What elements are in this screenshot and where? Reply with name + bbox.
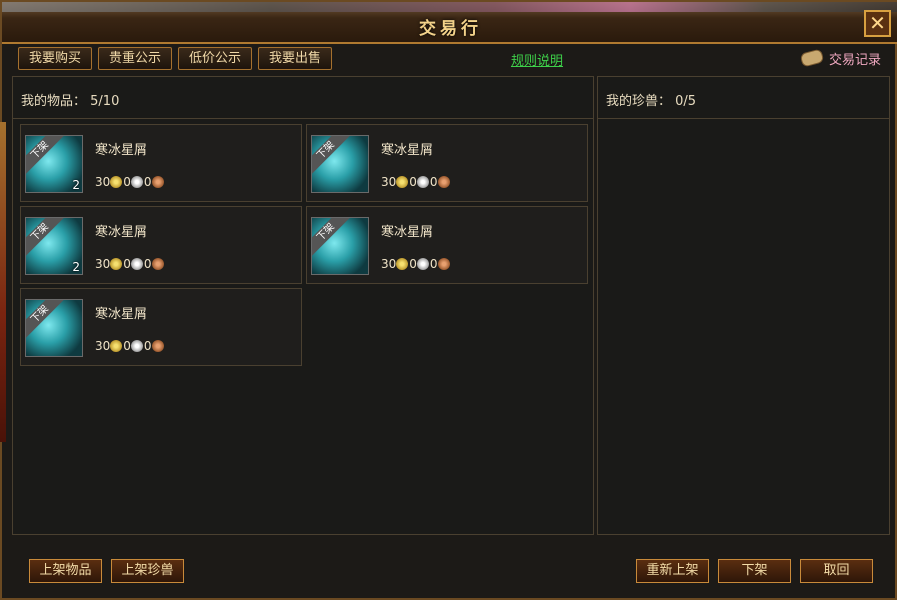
gold-amount: 30	[95, 175, 111, 189]
my-pets-header: 我的珍兽： 0/5	[598, 77, 889, 119]
ice-star-shard-icon: 下架 2	[25, 135, 83, 193]
ice-star-shard-icon: 下架	[311, 135, 369, 193]
item-name: 寒冰星屑	[95, 307, 148, 322]
silver-coin-icon	[416, 258, 429, 270]
silver-coin-icon	[416, 176, 429, 188]
my-pets-count: 0/5	[675, 94, 697, 109]
my-pets-panel: 我的珍兽： 0/5	[597, 76, 890, 535]
title-background-art	[2, 2, 897, 12]
copper-amount: 0	[429, 175, 438, 189]
silver-amount: 0	[409, 175, 417, 189]
my-pets-label: 我的珍兽：	[606, 94, 672, 109]
item-price: 30 0 0	[95, 257, 165, 271]
gold-coin-icon	[396, 176, 409, 188]
item-name: 寒冰星屑	[381, 225, 434, 240]
my-items-panel: 我的物品： 5/10 下架 2 寒冰星屑 30 0 0 下架 寒冰星屑 30 0…	[12, 76, 594, 535]
item-price: 30 0 0	[95, 175, 165, 189]
close-button[interactable]: ✕	[864, 10, 891, 37]
silver-amount: 0	[123, 257, 131, 271]
silver-coin-icon	[130, 340, 143, 352]
copper-coin-icon	[151, 340, 164, 352]
delisted-ribbon: 下架	[312, 136, 352, 177]
gold-coin-icon	[110, 340, 123, 352]
gold-amount: 30	[381, 175, 397, 189]
item-slot[interactable]: 下架 2 寒冰星屑 30 0 0	[20, 124, 302, 202]
trade-records-button[interactable]: 交易记录	[799, 47, 881, 69]
delisted-ribbon: 下架	[26, 218, 66, 259]
trade-window: 交易行 ✕ 我要购买 贵重公示 低价公示 我要出售 规则说明 交易记录 我的物品…	[0, 0, 897, 600]
relist-button[interactable]: 重新上架	[636, 559, 709, 583]
gold-amount: 30	[95, 257, 111, 271]
title-bar: 交易行 ✕	[2, 2, 897, 44]
silver-amount: 0	[123, 339, 131, 353]
window-title: 交易行	[419, 19, 482, 39]
tab-bar: 我要购买 贵重公示 低价公示 我要出售	[18, 47, 333, 71]
gold-amount: 30	[95, 339, 111, 353]
item-slot[interactable]: 下架 寒冰星屑 30 0 0	[306, 124, 588, 202]
copper-coin-icon	[437, 176, 450, 188]
tab-lowprice-notice[interactable]: 低价公示	[178, 47, 253, 70]
gold-coin-icon	[396, 258, 409, 270]
copper-amount: 0	[143, 339, 152, 353]
my-items-header: 我的物品： 5/10	[13, 77, 593, 119]
copper-coin-icon	[151, 176, 164, 188]
rules-link[interactable]: 规则说明	[511, 50, 563, 69]
ice-star-shard-icon: 下架	[311, 217, 369, 275]
item-slot[interactable]: 下架 寒冰星屑 30 0 0	[306, 206, 588, 284]
copper-coin-icon	[437, 258, 450, 270]
silver-coin-icon	[130, 258, 143, 270]
item-slot[interactable]: 下架 2 寒冰星屑 30 0 0	[20, 206, 302, 284]
scroll-icon	[799, 47, 825, 69]
item-count: 2	[72, 178, 80, 192]
gold-coin-icon	[110, 258, 123, 270]
silver-amount: 0	[409, 257, 417, 271]
item-count: 2	[72, 260, 80, 274]
tab-sell[interactable]: 我要出售	[258, 47, 333, 70]
ice-star-shard-icon: 下架	[25, 299, 83, 357]
copper-coin-icon	[151, 258, 164, 270]
gold-coin-icon	[110, 176, 123, 188]
item-name: 寒冰星屑	[95, 225, 148, 240]
trade-records-label: 交易记录	[828, 52, 881, 68]
item-price: 30 0 0	[381, 257, 451, 271]
ice-star-shard-icon: 下架 2	[25, 217, 83, 275]
delist-button[interactable]: 下架	[718, 559, 791, 583]
retrieve-button[interactable]: 取回	[800, 559, 873, 583]
item-slot[interactable]: 下架 寒冰星屑 30 0 0	[20, 288, 302, 366]
my-items-label: 我的物品：	[21, 94, 87, 109]
item-price: 30 0 0	[381, 175, 451, 189]
list-item-button[interactable]: 上架物品	[29, 559, 102, 583]
my-items-count: 5/10	[90, 94, 120, 109]
copper-amount: 0	[143, 175, 152, 189]
item-price: 30 0 0	[95, 339, 165, 353]
copper-amount: 0	[143, 257, 152, 271]
delisted-ribbon: 下架	[26, 136, 66, 177]
silver-amount: 0	[123, 175, 131, 189]
delisted-ribbon: 下架	[26, 300, 66, 341]
item-name: 寒冰星屑	[381, 143, 434, 158]
tab-valuable-notice[interactable]: 贵重公示	[98, 47, 173, 70]
list-pet-button[interactable]: 上架珍兽	[111, 559, 184, 583]
copper-amount: 0	[429, 257, 438, 271]
delisted-ribbon: 下架	[312, 218, 352, 259]
silver-coin-icon	[130, 176, 143, 188]
gold-amount: 30	[381, 257, 397, 271]
side-decoration	[0, 122, 6, 442]
tab-buy[interactable]: 我要购买	[18, 47, 93, 70]
item-name: 寒冰星屑	[95, 143, 148, 158]
